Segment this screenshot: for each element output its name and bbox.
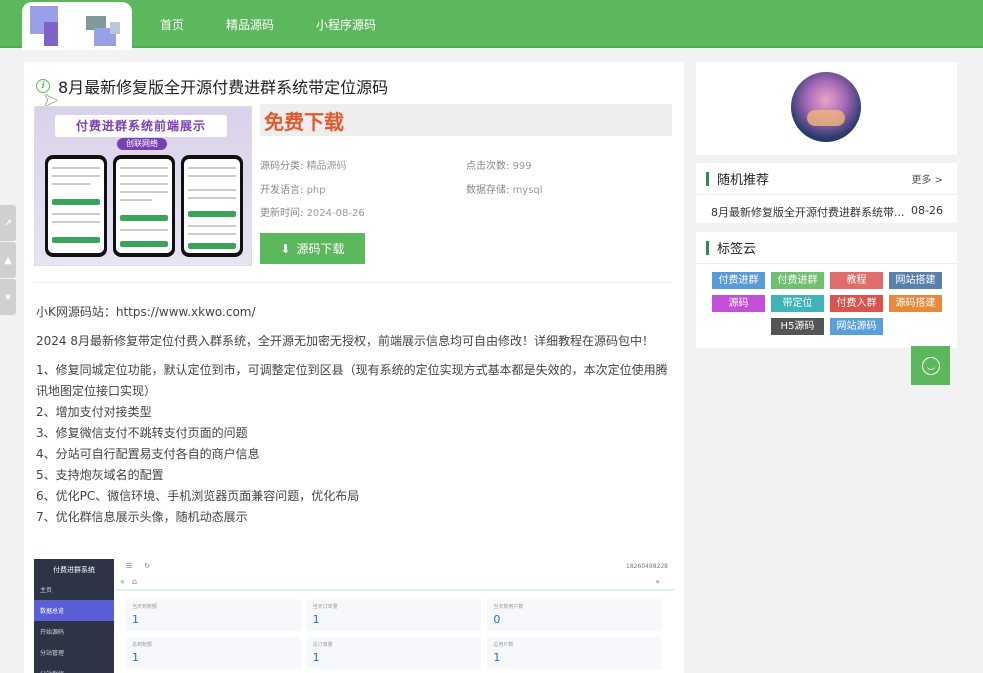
stat-card: 总用户数 1 [487,637,662,669]
admin-tabs: « ⌂ » [116,577,674,591]
tag-item[interactable]: 网站搭建 [889,272,942,289]
admin-menu-item: 主页 [40,587,53,594]
download-icon: ⬇ [280,241,291,256]
nav-home[interactable]: 首页 [160,16,184,33]
tag-cloud-box: 标签云 付费进群 付费进群 教程 网站搭建 源码 带定位 付费入群 源码搭建 H… [696,232,957,348]
smile-chat-icon [921,356,940,375]
meta-category: 源码分类: 精品源码 [260,161,347,172]
stat-card: 当天新用户数 0 [487,599,662,631]
list-item: 4、分站可自行配置易支付各自的商户信息 [36,447,260,461]
tag-item[interactable]: H5源码 [771,318,824,335]
admin-sidebar: 付费进群系统 主页 数据总览 开始源码 分站管理 分站群组 [34,559,114,673]
chat-button[interactable] [911,346,950,385]
tag-item[interactable]: 源码 [712,295,765,312]
top-navbar: 首页 精品源码 小程序源码 [0,0,983,50]
admin-menu-item: 数据总览 [34,600,114,621]
home-icon: ⌂ [132,577,138,586]
admin-stat-cards: 当天到账额 1 当天订单量 1 当天新用户数 0 总到账额 1 总订单量 1 总用户数 1 [126,599,662,669]
stat-card: 总到账额 1 [126,637,301,669]
article-intro: 2024 8月最新修复带定位付费入群系统，全开源无加密无授权，前端展示信息均可自… [36,334,654,348]
admin-screenshot: 付费进群系统 主页 数据总览 开始源码 分站管理 分站群组 ☰ ↻ 182604… [34,559,674,673]
avatar[interactable] [791,72,861,142]
list-item: 5、支持炮灰域名的配置 [36,468,164,482]
nav-miniprogram-source[interactable]: 小程序源码 [316,16,376,33]
recommend-item-title[interactable]: 8月最新修复版全开源付费进群系统带... [711,204,905,220]
tag-item[interactable]: 教程 [830,272,883,289]
meta-storage: 数据存储: mysql [466,185,543,196]
phone-mockup [45,155,107,257]
list-item: 6、优化PC、微信环境、手机浏览器页面兼容问题，优化布局 [36,489,360,503]
tag-list: 付费进群 付费进群 教程 网站搭建 源码 带定位 付费入群 源码搭建 H5源码 … [696,264,957,335]
site-line: 小K网源码站：https://www.xkwo.com/ [36,305,256,319]
meta-language: 开发语言: php [260,185,326,196]
tag-item[interactable]: 源码搭建 [889,295,942,312]
tag-item[interactable]: 带定位 [771,295,824,312]
side-toolbar: ↗ ▲ ★ [0,205,16,316]
admin-topbar: ☰ ↻ 18260498228 [122,559,674,575]
refresh-icon: ↻ [144,562,150,570]
tag-item[interactable]: 付费进群 [712,272,765,289]
admin-menu-item: 开始源码 [40,629,65,636]
recommend-item-date: 08-26 [911,204,943,217]
site-logo[interactable] [22,2,132,50]
article-thumbnail[interactable]: 付费进群系统前端展示 创联网络 [34,106,252,266]
list-item: 3、修复微信支付不跳转支付页面的问题 [36,426,248,440]
article-title: 8月最新修复版全开源付费进群系统带定位源码 [58,78,389,97]
title-row: i 8月最新修复版全开源付费进群系统带定位源码 [36,74,388,98]
random-recommend-header: 随机推荐 更多 > [696,163,957,195]
stat-card: 当天订单量 1 [306,599,482,631]
random-recommend-box: 随机推荐 更多 > 8月最新修复版全开源付费进群系统带... 08-26 [696,163,957,223]
chevron-right-icon: » [655,577,660,586]
divider [34,282,672,283]
article-card: i 8月最新修复版全开源付费进群系统带定位源码 ➤ 付费进群系统前端展示 创联网… [24,62,684,673]
free-download-bar: 免费下载 [260,104,672,136]
phone-mockup [113,155,175,257]
list-item: 2、增加支付对接类型 [36,405,152,419]
chevron-left-icon: « [120,577,125,586]
list-item: 1、修复同城定位功能，默认定位到市，可调整定位到区县（现有系统的定位实现方式基本… [36,363,668,398]
list-item: 7、优化群信息展示头像，随机动态展示 [36,510,248,524]
feature-list: 1、修复同城定位功能，默认定位到市，可调整定位到区县（现有系统的定位实现方式基本… [36,360,676,528]
random-recommend-title: 随机推荐 [717,173,770,188]
more-link[interactable]: 更多 > [911,171,943,186]
tag-item[interactable]: 网站源码 [830,318,883,335]
list-item[interactable]: 8月最新修复版全开源付费进群系统带... 08-26 [696,195,957,220]
tag-item[interactable]: 付费入群 [830,295,883,312]
share-icon[interactable]: ↗ [0,205,16,241]
source-download-button[interactable]: ⬇ 源码下载 [260,233,365,264]
thumb-banner: 付费进群系统前端展示 [55,115,227,137]
nav-premium-source[interactable]: 精品源码 [226,16,274,33]
stat-card: 当天到账额 1 [126,599,301,631]
star-icon[interactable]: ★ [0,279,16,315]
profile-card [696,62,957,155]
meta-clicks: 点击次数: 999 [466,161,532,172]
admin-brand: 付费进群系统 [53,566,95,574]
admin-phone: 18260498228 [626,563,668,570]
tag-cloud-title: 标签云 [717,242,757,257]
free-download-label: 免费下载 [264,110,344,134]
tag-item[interactable]: 付费进群 [771,272,824,289]
phone-mockup [181,155,243,257]
tag-cloud-header: 标签云 [696,232,957,264]
admin-menu-item: 分站管理 [40,650,65,657]
meta-updated: 更新时间: 2024-08-26 [260,208,365,219]
like-icon[interactable]: ▲ [0,242,16,278]
thumb-subtitle: 创联网络 [117,138,167,150]
menu-icon: ☰ [126,562,133,570]
stat-card: 总订单量 1 [306,637,482,669]
admin-menu-item: 分站群组 [34,663,114,673]
main-nav: 首页 精品源码 小程序源码 [160,0,376,48]
